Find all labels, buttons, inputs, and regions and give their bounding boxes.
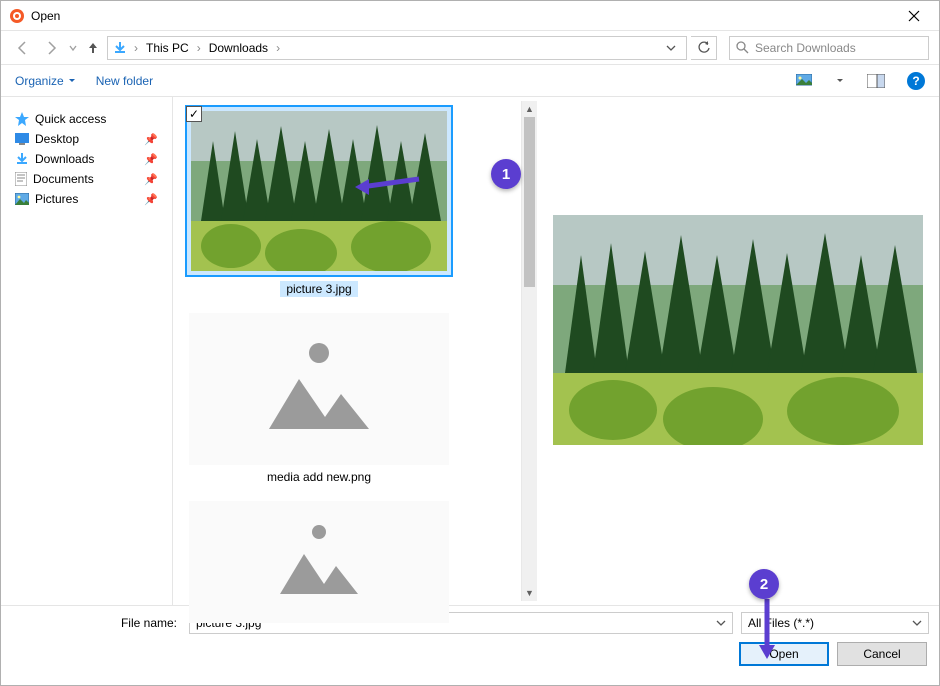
star-icon [15,112,29,126]
address-bar[interactable]: › This PC › Downloads › [107,36,687,60]
filename-label: File name: [11,616,181,630]
help-icon[interactable]: ? [907,72,925,90]
preview-pane-icon[interactable] [865,70,887,92]
recent-dropdown-icon[interactable] [67,36,79,60]
desktop-icon [15,133,29,145]
app-icon [9,8,25,24]
window-title: Open [31,9,893,23]
thumbnail-placeholder-icon [249,339,389,439]
documents-icon [15,172,27,186]
file-name-label: media add new.png [261,469,377,485]
new-folder-button[interactable]: New folder [96,74,153,88]
pin-icon: 📌 [144,153,158,166]
search-placeholder: Search Downloads [755,41,856,55]
scrollbar[interactable]: ▲ ▼ [521,101,537,601]
scroll-up-icon[interactable]: ▲ [522,101,537,117]
chevron-down-icon [68,77,76,85]
sidebar: Quick access Desktop 📌 Downloads 📌 Docum… [1,97,173,605]
close-icon[interactable] [893,2,935,30]
view-thumbnails-icon[interactable] [793,70,815,92]
scroll-down-icon[interactable]: ▼ [522,585,537,601]
pin-icon: 📌 [144,173,158,186]
file-item-media-add[interactable]: media add new.png [185,313,453,485]
pictures-icon [15,193,29,205]
scroll-thumb[interactable] [524,117,535,287]
preview-pane [537,97,939,605]
forward-icon[interactable] [39,36,63,60]
refresh-icon[interactable] [691,36,717,60]
sidebar-item-pictures[interactable]: Pictures 📌 [9,189,164,209]
pin-icon: 📌 [144,193,158,206]
breadcrumb-this-pc[interactable]: This PC [144,41,191,55]
back-icon[interactable] [11,36,35,60]
sidebar-item-desktop[interactable]: Desktop 📌 [9,129,164,149]
downloads-folder-icon [112,40,128,56]
pin-icon: 📌 [144,133,158,146]
chevron-right-icon[interactable]: › [276,41,280,55]
file-name-label: picture 3.jpg [280,281,357,297]
address-dropdown-icon[interactable] [660,37,682,59]
organize-button[interactable]: Organize [15,74,76,88]
sidebar-item-downloads[interactable]: Downloads 📌 [9,149,164,169]
footer: File name: picture 3.jpg All Files (*.*)… [1,605,939,685]
up-icon[interactable] [83,36,103,60]
view-dropdown-icon[interactable] [835,70,845,92]
thumbnail-placeholder-icon [264,522,374,602]
search-icon [736,41,749,54]
search-input[interactable]: Search Downloads [729,36,929,60]
toolbar: Organize New folder ? [1,65,939,97]
downloads-icon [15,152,29,166]
preview-image [553,215,923,445]
sidebar-item-quick-access[interactable]: Quick access [9,109,164,129]
file-item-partial[interactable] [185,501,453,623]
sidebar-item-documents[interactable]: Documents 📌 [9,169,164,189]
nav-bar: › This PC › Downloads › Search Downloads [1,31,939,65]
breadcrumb-downloads[interactable]: Downloads [207,41,270,55]
chevron-right-icon[interactable]: › [134,41,138,55]
chevron-right-icon[interactable]: › [197,41,201,55]
chevron-down-icon[interactable] [912,618,922,628]
title-bar: Open [1,1,939,31]
chevron-down-icon[interactable] [716,618,726,628]
selection-checkbox[interactable]: ✓ [186,106,202,122]
cancel-button[interactable]: Cancel [837,642,927,666]
